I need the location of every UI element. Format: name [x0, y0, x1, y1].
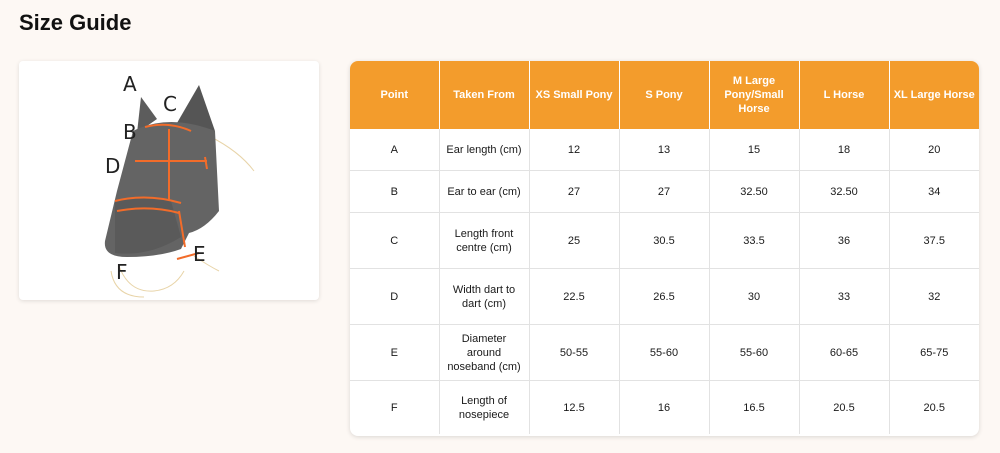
- table-cell: 32.50: [799, 170, 890, 213]
- table-cell: 36: [799, 212, 890, 269]
- table-cell: 20.5: [799, 380, 890, 434]
- table-cell: 33: [799, 268, 890, 325]
- header-s-pony: S Pony: [619, 61, 710, 129]
- table-cell: Diameter around noseband (cm): [439, 324, 530, 381]
- table-cell: 13: [619, 129, 710, 171]
- table-cell: Length front centre (cm): [439, 212, 530, 269]
- table-cell: 15: [709, 129, 800, 171]
- size-table-card: Point Taken From XS Small Pony S Pony M …: [350, 61, 979, 436]
- table-cell: 20: [889, 129, 979, 171]
- header-l-horse: L Horse: [799, 61, 890, 129]
- header-xl-large-horse: XL Large Horse: [889, 61, 979, 129]
- svg-text:C: C: [163, 92, 177, 116]
- table-row: D Width dart to dart (cm) 22.5 26.5 30 3…: [350, 268, 979, 325]
- table-cell: E: [350, 324, 440, 381]
- table-row: E Diameter around noseband (cm) 50-55 55…: [350, 324, 979, 381]
- table-cell: 33.5: [709, 212, 800, 269]
- table-cell: Ear length (cm): [439, 129, 530, 171]
- table-cell: 27: [619, 170, 710, 213]
- table-cell: 20.5: [923, 401, 945, 414]
- table-cell: 37.5: [889, 212, 979, 269]
- table-cell: C: [350, 212, 440, 269]
- table-row: A Ear length (cm) 12 13 15 18 20: [350, 129, 979, 171]
- table-cell: Length of nosepiece: [439, 380, 530, 434]
- size-guide-table: Point Taken From XS Small Pony S Pony M …: [350, 61, 979, 434]
- table-cell: 60-65: [799, 324, 890, 381]
- table-cell: 25: [529, 212, 620, 269]
- table-cell: 50-55: [529, 324, 620, 381]
- table-cell: 22.5: [529, 268, 620, 325]
- header-taken-from: Taken From: [439, 61, 530, 129]
- svg-text:A: A: [123, 72, 137, 96]
- header-xs-small-pony: XS Small Pony: [529, 61, 620, 129]
- table-cell: 65-75: [889, 324, 979, 381]
- table-cell: 32.50: [709, 170, 800, 213]
- table-cell: 12: [529, 129, 620, 171]
- table-cell: 32: [889, 268, 979, 325]
- header-m-large-pony: M Large Pony/Small Horse: [709, 61, 800, 129]
- table-cell: 30.5: [619, 212, 710, 269]
- table-cell: 34: [889, 170, 979, 213]
- fly-mask-illustration: A C B D E F: [104, 72, 255, 298]
- table-cell: F: [350, 380, 440, 434]
- table-cell: Ear to ear (cm): [439, 170, 530, 213]
- page-title: Size Guide: [19, 10, 132, 35]
- table-header-row: Point Taken From XS Small Pony S Pony M …: [350, 61, 979, 129]
- svg-text:D: D: [105, 154, 120, 178]
- table-cell: 16: [619, 380, 710, 434]
- table-cell: A: [350, 129, 440, 171]
- table-cell: 18: [799, 129, 890, 171]
- header-point: Point: [350, 61, 440, 129]
- table-cell: D: [350, 268, 440, 325]
- table-row: B Ear to ear (cm) 27 27 32.50 32.50 34: [350, 170, 979, 213]
- horse-mask-diagram: A C B D E F: [19, 61, 319, 300]
- table-row: C Length front centre (cm) 25 30.5 33.5 …: [350, 212, 979, 269]
- table-cell: 16.5: [709, 380, 800, 434]
- svg-text:B: B: [123, 120, 137, 144]
- table-cell: 55-60: [619, 324, 710, 381]
- table-cell: 26.5: [619, 268, 710, 325]
- svg-text:E: E: [193, 242, 206, 266]
- table-row: F Length of nosepiece 12.5 16 16.5 20.5 …: [350, 380, 979, 434]
- table-cell: B: [350, 170, 440, 213]
- table-cell: 27: [529, 170, 620, 213]
- table-cell: 55-60: [709, 324, 800, 381]
- table-cell: Width dart to dart (cm): [439, 268, 530, 325]
- table-cell: 12.5: [529, 380, 620, 434]
- table-cell: 30: [709, 268, 800, 325]
- svg-text:F: F: [116, 260, 128, 284]
